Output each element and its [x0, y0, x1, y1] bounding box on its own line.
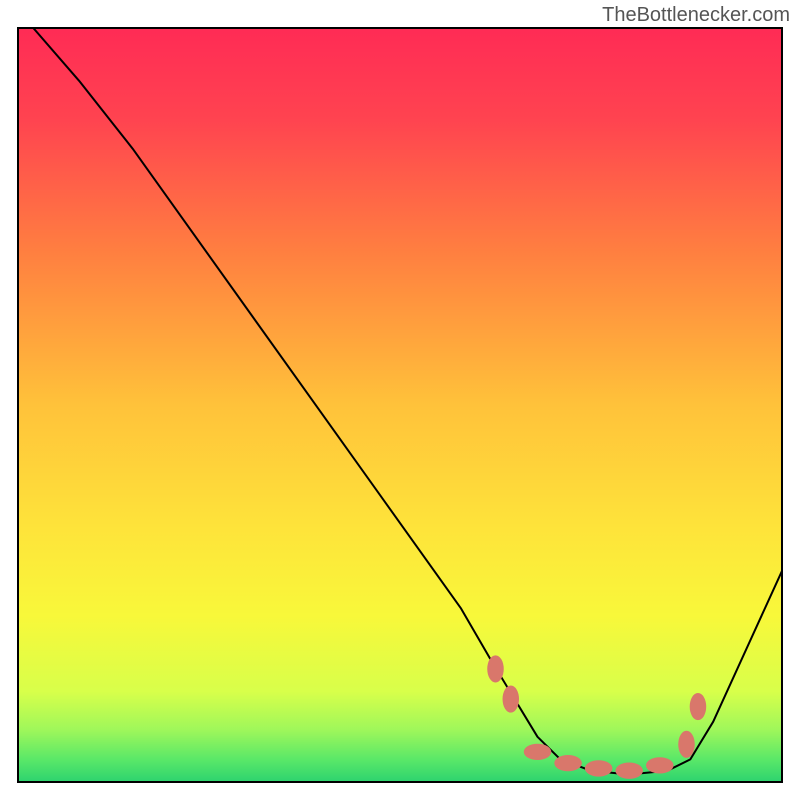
watermark-text: TheBottlenecker.com: [602, 4, 790, 27]
data-marker: [678, 731, 695, 758]
data-marker: [524, 744, 552, 760]
data-marker: [646, 757, 674, 773]
gradient-background: [18, 28, 782, 782]
data-marker: [690, 693, 707, 720]
chart-container: TheBottlenecker.com: [0, 0, 800, 800]
data-marker: [487, 655, 504, 682]
data-marker: [554, 755, 582, 771]
data-marker: [503, 685, 520, 712]
data-marker: [615, 763, 643, 779]
data-marker: [585, 760, 613, 776]
gradient-curve-chart: [0, 0, 800, 800]
